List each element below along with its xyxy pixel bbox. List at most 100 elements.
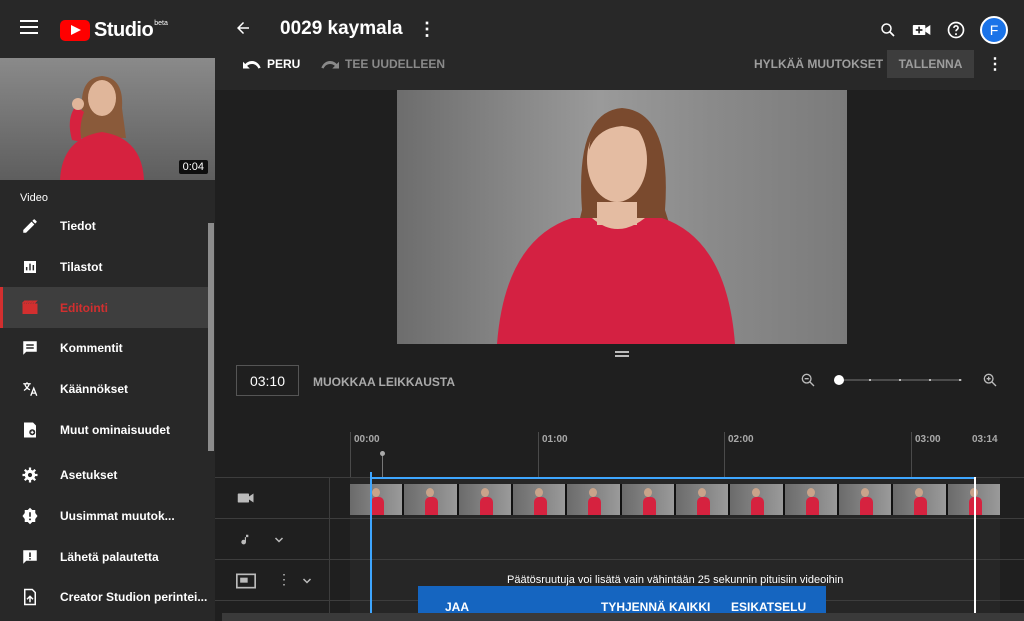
logo-text: Studio — [94, 19, 154, 41]
filmstrip-frame — [675, 484, 729, 515]
sidebar: 0:04 Video Tiedot Tilastot Editointi Kom… — [0, 58, 215, 621]
zoom-tick — [899, 379, 901, 381]
sidebar-item-feedback[interactable]: Lähetä palautetta — [0, 536, 210, 577]
sidebar-item-whats-new[interactable]: Uusimmat muutok... — [0, 496, 210, 537]
end-screen-more-icon[interactable]: ⋮ — [277, 571, 291, 588]
sidebar-item-editor[interactable]: Editointi — [0, 287, 210, 329]
scrubber-handle[interactable] — [380, 451, 385, 456]
discard-changes-button[interactable]: HYLKÄÄ MUUTOKSET — [754, 50, 883, 78]
current-time-field[interactable]: 03:10 — [236, 365, 299, 396]
trim-range-top — [370, 477, 974, 479]
create-video-icon[interactable] — [912, 20, 932, 40]
thumbnail-duration: 0:04 — [178, 160, 208, 174]
zoom-in-icon[interactable] — [982, 372, 998, 393]
ruler-line — [911, 432, 912, 478]
video-player[interactable] — [397, 90, 847, 344]
filmstrip-frame — [567, 484, 620, 515]
filmstrip-frame — [350, 484, 403, 515]
ruler-line — [538, 432, 539, 478]
end-screen-expand-icon[interactable] — [301, 574, 313, 592]
preview-button[interactable]: ESIKATSELU — [731, 600, 806, 614]
sidebar-item-analytics[interactable]: Tilastot — [0, 247, 210, 288]
zoom-tick — [929, 379, 931, 381]
undo-button[interactable]: PERU — [243, 50, 300, 78]
sidebar-item-label: Tiedot — [60, 219, 96, 234]
feedback-icon — [20, 547, 40, 567]
sidebar-item-details[interactable]: Tiedot — [0, 206, 210, 247]
clear-all-button[interactable]: TYHJENNÄ KAIKKI — [601, 600, 710, 614]
filmstrip-frame — [730, 484, 783, 515]
sidebar-item-more-features[interactable]: Muut ominaisuudet — [0, 409, 210, 450]
zoom-tick — [959, 379, 961, 381]
logo-beta: beta — [154, 20, 168, 27]
search-icon[interactable] — [878, 20, 898, 40]
sidebar-item-label: Uusimmat muutok... — [60, 509, 175, 524]
undo-label: PERU — [267, 57, 301, 71]
sidebar-item-label: Lähetä palautetta — [60, 549, 159, 564]
menu-icon[interactable] — [20, 20, 38, 34]
zoom-out-icon[interactable] — [800, 372, 816, 393]
sidebar-item-label: Kommentit — [60, 341, 123, 356]
filmstrip-frame — [458, 484, 511, 515]
redo-icon — [321, 61, 339, 69]
studio-editor: Studio beta 0029 kaymala ⋮ F 0:04 Video … — [0, 0, 1024, 621]
analytics-icon — [20, 257, 40, 277]
end-screen-icon[interactable] — [236, 573, 256, 594]
youtube-play-icon — [60, 20, 90, 41]
sidebar-item-label: Muut ominaisuudet — [60, 422, 170, 437]
video-preview-area — [215, 90, 1020, 344]
sidebar-item-label: Käännökset — [60, 382, 129, 397]
editor-icon — [20, 298, 40, 318]
redo-label: TEE UUDELLEEN — [345, 57, 446, 71]
ruler-line — [724, 432, 725, 478]
ruler-line — [350, 432, 351, 478]
filmstrip-frame — [621, 484, 674, 515]
filmstrip-frame — [893, 484, 946, 515]
sidebar-item-settings[interactable]: Asetukset — [0, 455, 210, 496]
thumbnail-person — [60, 76, 144, 180]
trim-button[interactable]: MUOKKAA LEIKKAUSTA — [313, 375, 455, 389]
video-frame-person — [497, 108, 735, 344]
section-label: Video — [20, 192, 48, 204]
undo-icon — [243, 61, 261, 69]
filmstrip-frame — [404, 484, 457, 515]
sidebar-item-label: Tilastot — [60, 260, 103, 275]
share-button[interactable]: JAA — [445, 600, 469, 614]
resize-handle[interactable] — [615, 351, 629, 357]
end-screen-hint: Päätösruutuja voi lisätä vain vähintään … — [507, 574, 844, 586]
pencil-icon — [20, 216, 40, 236]
playhead[interactable] — [370, 472, 372, 621]
sidebar-nav: Tiedot Tilastot Editointi Kommentit Kään… — [0, 206, 210, 450]
zoom-slider-thumb[interactable] — [834, 375, 844, 385]
end-marker[interactable] — [974, 477, 976, 621]
audio-track-icon[interactable] — [239, 532, 253, 553]
filmstrip-frame — [784, 484, 837, 515]
gear-icon — [20, 465, 40, 485]
help-icon[interactable] — [946, 20, 966, 40]
video-thumbnail[interactable]: 0:04 — [0, 58, 215, 180]
avatar[interactable]: F — [980, 16, 1008, 44]
sidebar-scrollbar[interactable] — [208, 223, 214, 451]
track-divider — [215, 559, 1024, 560]
video-track-icon — [237, 491, 255, 510]
studio-logo[interactable]: Studio beta — [60, 19, 168, 42]
more-options-icon[interactable]: ⋮ — [987, 50, 1003, 78]
warning-icon — [20, 506, 40, 526]
sidebar-item-label: Editointi — [60, 300, 108, 315]
ruler-label: 01:00 — [542, 434, 568, 445]
comment-icon — [20, 338, 40, 358]
title-more-icon[interactable]: ⋮ — [418, 19, 436, 40]
redo-button[interactable]: TEE UUDELLEEN — [321, 50, 445, 78]
save-button[interactable]: TALLENNA — [887, 50, 974, 78]
video-filmstrip[interactable] — [350, 484, 1000, 515]
sidebar-item-translations[interactable]: Käännökset — [0, 369, 210, 410]
filmstrip-frame — [838, 484, 892, 515]
ruler-label: 02:00 — [728, 434, 754, 445]
sidebar-item-comments[interactable]: Kommentit — [0, 328, 210, 369]
audio-expand-icon[interactable] — [273, 533, 285, 551]
sidebar-item-classic-studio[interactable]: Creator Studion perintei... — [0, 577, 210, 618]
horizontal-scrollbar[interactable] — [222, 613, 1024, 621]
back-arrow-icon[interactable] — [234, 19, 252, 43]
page-title: 0029 kaymala — [280, 18, 403, 39]
top-icons: F — [878, 16, 1008, 44]
